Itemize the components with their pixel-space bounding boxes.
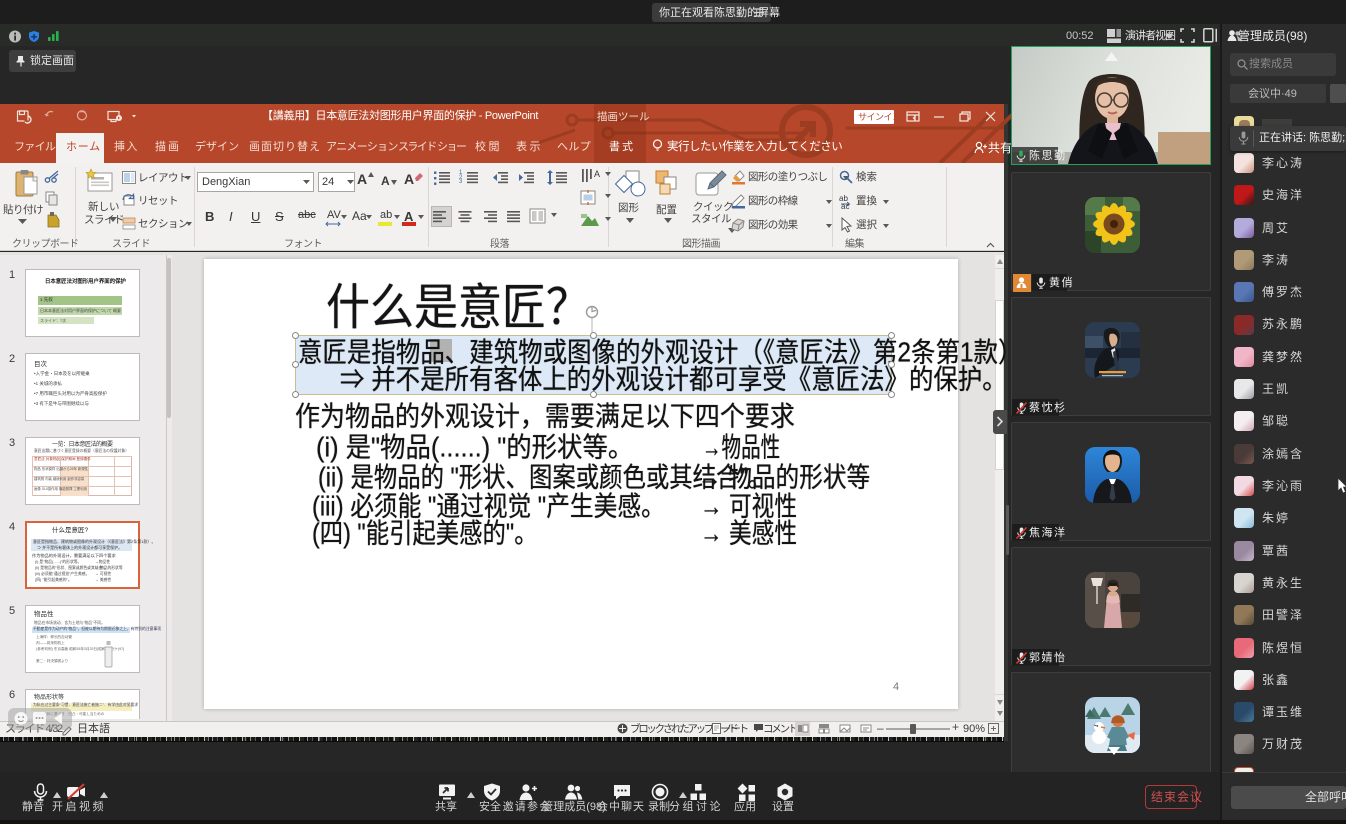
svg-text:A: A (594, 169, 600, 179)
svg-text:ac: ac (841, 202, 849, 211)
